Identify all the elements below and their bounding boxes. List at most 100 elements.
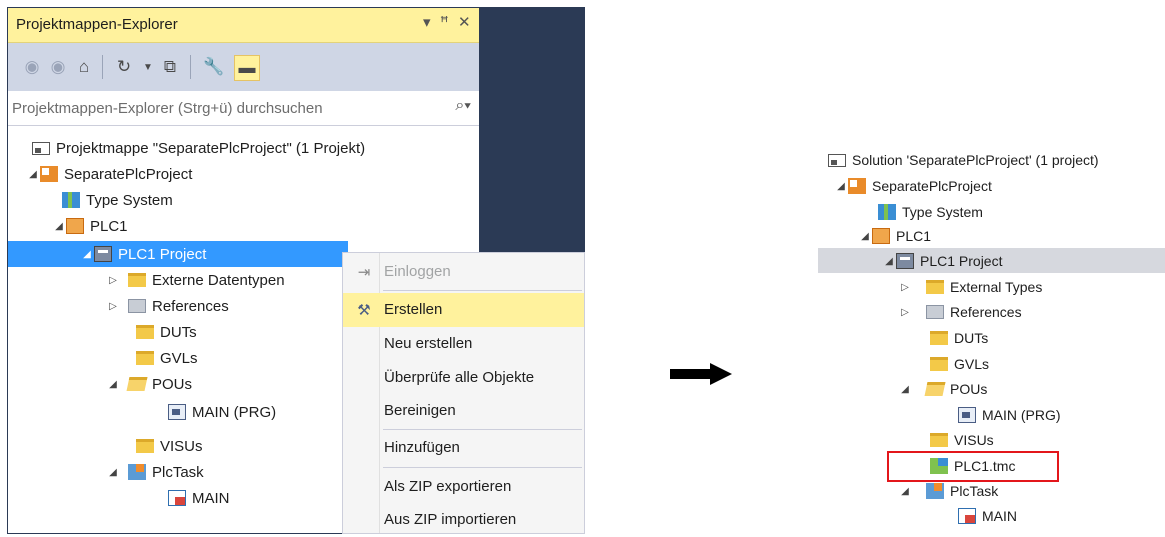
- tree-item-plc1[interactable]: ◢ PLC1: [52, 213, 127, 239]
- tree-item-project[interactable]: ◢ SeparatePlcProject: [26, 161, 192, 187]
- menu-item-label: Bereinigen: [384, 402, 456, 419]
- menu-item-ueberpruefe[interactable]: Überprüfe alle Objekte: [343, 361, 584, 395]
- references-icon: [926, 305, 944, 319]
- tree-item-solution[interactable]: Projektmappe "SeparatePlcProject" (1 Pro…: [18, 135, 365, 161]
- menu-item-erstellen[interactable]: ⚒ Erstellen: [343, 293, 584, 327]
- menu-item-label: Als ZIP exportieren: [384, 478, 512, 495]
- tree-item-duts[interactable]: DUTs: [136, 319, 197, 345]
- chevron-down-icon[interactable]: ▼: [136, 55, 160, 79]
- tree-item-references[interactable]: ▷ References: [106, 293, 229, 319]
- menu-item-neu-erstellen[interactable]: Neu erstellen: [343, 327, 584, 361]
- tree-item-label: SeparatePlcProject: [872, 178, 992, 194]
- collapsed-arrow-icon[interactable]: ▷: [106, 275, 120, 286]
- tree-item-external-types[interactable]: ▷ Externe Datentypen: [106, 267, 284, 293]
- tree-item-main-prg[interactable]: MAIN (PRG): [168, 399, 276, 425]
- back-icon[interactable]: ◉: [20, 55, 44, 79]
- result-item-pous[interactable]: ◢ POUs: [898, 376, 987, 402]
- preview-toggle-icon[interactable]: ▬: [234, 55, 260, 81]
- expanded-arrow-icon[interactable]: ◢: [106, 379, 120, 390]
- panel-titlebar: Projektmappen-Explorer ▾ ꟸ ✕: [8, 8, 479, 43]
- menu-item-hinzufuegen[interactable]: Hinzufügen: [343, 431, 584, 465]
- menu-item-bereinigen[interactable]: Bereinigen: [343, 394, 584, 428]
- menu-item-zip-import[interactable]: Aus ZIP importieren: [343, 503, 584, 537]
- expanded-arrow-icon[interactable]: ◢: [882, 256, 896, 267]
- tree-item-label: GVLs: [160, 349, 198, 367]
- folder-open-icon: [126, 377, 148, 391]
- task-icon: [128, 464, 146, 480]
- collapsed-arrow-icon[interactable]: ▷: [898, 282, 912, 293]
- expanded-arrow-icon[interactable]: ◢: [52, 221, 66, 232]
- result-item-external-types[interactable]: ▷ External Types: [898, 274, 1042, 300]
- result-item-main-prg[interactable]: MAIN (PRG): [958, 402, 1061, 428]
- search-input[interactable]: Projektmappen-Explorer (Strg+ü) durchsuc…: [12, 100, 323, 117]
- result-item-plc1[interactable]: ◢ PLC1: [858, 223, 931, 249]
- result-item-plc1-project[interactable]: ◢ PLC1 Project: [882, 248, 1002, 274]
- tree-item-plctask[interactable]: ◢ PlcTask: [106, 459, 204, 485]
- task-icon: [926, 483, 944, 499]
- menu-item-zip-export[interactable]: Als ZIP exportieren: [343, 470, 584, 504]
- collapsed-arrow-icon[interactable]: ▷: [898, 307, 912, 318]
- tree-item-label: POUs: [950, 381, 988, 397]
- home-icon[interactable]: ⌂: [72, 55, 96, 79]
- dropdown-icon[interactable]: ▾: [423, 13, 431, 31]
- explorer-toolbar: ◉ ◉ ⌂ ↻ ▼ ⧉ 🔧 ▬: [8, 43, 479, 91]
- main-call-icon: [958, 508, 976, 524]
- tree-item-label: DUTs: [160, 323, 197, 341]
- tree-item-label: References: [152, 297, 229, 315]
- explorer-search[interactable]: Projektmappen-Explorer (Strg+ü) durchsuc…: [8, 91, 479, 126]
- result-item-type-system[interactable]: Type System: [878, 199, 983, 225]
- result-item-main-call[interactable]: MAIN: [958, 503, 1017, 529]
- folder-icon: [930, 357, 948, 371]
- new-item-highlight-box: [887, 451, 1059, 482]
- expanded-arrow-icon[interactable]: ◢: [80, 249, 94, 260]
- menu-item-label: Aus ZIP importieren: [384, 511, 517, 528]
- tree-item-label: Type System: [902, 204, 983, 220]
- type-system-icon: [62, 192, 80, 208]
- plc-icon: [872, 228, 890, 244]
- plc-project-icon: [896, 253, 914, 269]
- tree-item-plc1-project[interactable]: ◢ PLC1 Project: [80, 241, 206, 267]
- tree-item-pous[interactable]: ◢ POUs: [106, 371, 192, 397]
- expanded-arrow-icon[interactable]: ◢: [858, 231, 872, 242]
- tree-item-label: PLC1 Project: [118, 245, 207, 263]
- expanded-arrow-icon[interactable]: ◢: [106, 467, 120, 478]
- expanded-arrow-icon[interactable]: ◢: [898, 384, 912, 395]
- wrench-icon[interactable]: 🔧: [202, 55, 226, 79]
- tree-item-label: SeparatePlcProject: [64, 165, 193, 183]
- project-icon: [848, 178, 866, 194]
- pin-icon[interactable]: ꟸ: [440, 13, 449, 31]
- panel-title: Projektmappen-Explorer: [16, 16, 178, 33]
- result-item-references[interactable]: ▷ References: [898, 299, 1021, 325]
- search-icon[interactable]: ⌕▾: [455, 97, 471, 115]
- result-item-gvls[interactable]: GVLs: [930, 351, 989, 377]
- result-item-visus[interactable]: VISUs: [930, 427, 994, 453]
- folder-icon: [128, 273, 146, 287]
- tree-item-label: VISUs: [954, 432, 994, 448]
- folder-icon: [930, 331, 948, 345]
- tree-item-label: VISUs: [160, 437, 203, 455]
- collapsed-arrow-icon[interactable]: ▷: [106, 301, 120, 312]
- history-icon[interactable]: ↻: [112, 55, 136, 79]
- type-system-icon: [878, 204, 896, 220]
- folder-icon: [136, 325, 154, 339]
- login-icon: ⇥: [357, 264, 371, 281]
- result-item-duts[interactable]: DUTs: [930, 325, 988, 351]
- forward-icon[interactable]: ◉: [46, 55, 70, 79]
- result-item-solution[interactable]: Solution 'SeparatePlcProject' (1 project…: [828, 147, 1099, 173]
- expanded-arrow-icon[interactable]: ◢: [898, 486, 912, 497]
- close-icon[interactable]: ✕: [458, 13, 471, 31]
- tree-item-type-system[interactable]: Type System: [62, 187, 173, 213]
- right-arrow-icon: [670, 363, 732, 385]
- tree-item-visus[interactable]: VISUs: [136, 433, 203, 459]
- result-item-project[interactable]: ◢ SeparatePlcProject: [834, 173, 992, 199]
- collapse-all-icon[interactable]: ⧉: [158, 55, 182, 79]
- tree-item-gvls[interactable]: GVLs: [136, 345, 198, 371]
- menu-item-label: Einloggen: [384, 263, 451, 280]
- menu-item-einloggen[interactable]: ⇥ Einloggen: [343, 255, 584, 289]
- program-icon: [168, 404, 186, 420]
- expanded-arrow-icon[interactable]: ◢: [26, 169, 40, 180]
- expanded-arrow-icon[interactable]: ◢: [834, 181, 848, 192]
- tree-item-main-call[interactable]: MAIN: [168, 485, 230, 511]
- tree-item-label: MAIN: [982, 508, 1017, 524]
- menu-separator: [383, 467, 582, 468]
